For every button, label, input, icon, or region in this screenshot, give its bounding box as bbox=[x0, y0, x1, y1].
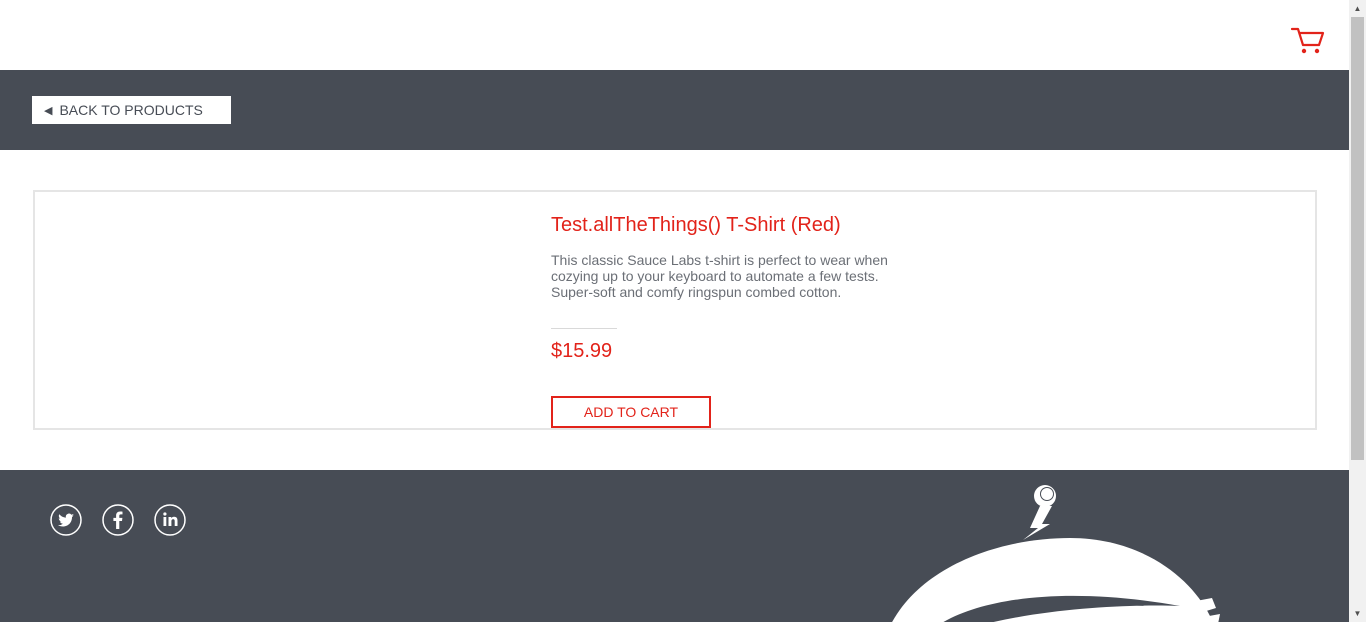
product-name: Test.allTheThings() T-Shirt (Red) bbox=[551, 214, 841, 236]
twitter-icon[interactable] bbox=[50, 504, 82, 536]
scrollbar-thumb[interactable] bbox=[1351, 17, 1364, 460]
scroll-up-icon[interactable]: ▲ bbox=[1349, 0, 1366, 17]
product-price: $15.99 bbox=[551, 340, 613, 362]
scroll-down-icon[interactable]: ▼ bbox=[1349, 605, 1366, 622]
swag-bot-logo bbox=[880, 476, 1240, 622]
product-description: This classic Sauce Labs t-shirt is perfe… bbox=[551, 252, 888, 300]
product-image bbox=[35, 192, 535, 428]
facebook-icon[interactable] bbox=[102, 504, 134, 536]
page: ◀ BACK TO PRODUCTS Test.allTheThings() T… bbox=[0, 0, 1349, 622]
product-details: Test.allTheThings() T-Shirt (Red) This c… bbox=[551, 212, 911, 300]
add-to-cart-button[interactable]: ADD TO CART bbox=[551, 396, 711, 428]
back-to-products-label: BACK TO PRODUCTS bbox=[59, 102, 203, 118]
shopping-cart-icon[interactable] bbox=[1290, 24, 1326, 56]
price-divider bbox=[551, 328, 617, 329]
back-arrow-icon: ◀ bbox=[44, 104, 53, 117]
product-details-container: Test.allTheThings() T-Shirt (Red) This c… bbox=[33, 190, 1317, 430]
footer bbox=[0, 470, 1349, 622]
vertical-scrollbar[interactable]: ▲ ▼ bbox=[1349, 0, 1366, 622]
secondary-header: ◀ BACK TO PRODUCTS bbox=[0, 70, 1349, 150]
back-to-products-button[interactable]: ◀ BACK TO PRODUCTS bbox=[32, 96, 231, 124]
linkedin-icon[interactable] bbox=[154, 504, 186, 536]
top-header bbox=[0, 0, 1349, 70]
